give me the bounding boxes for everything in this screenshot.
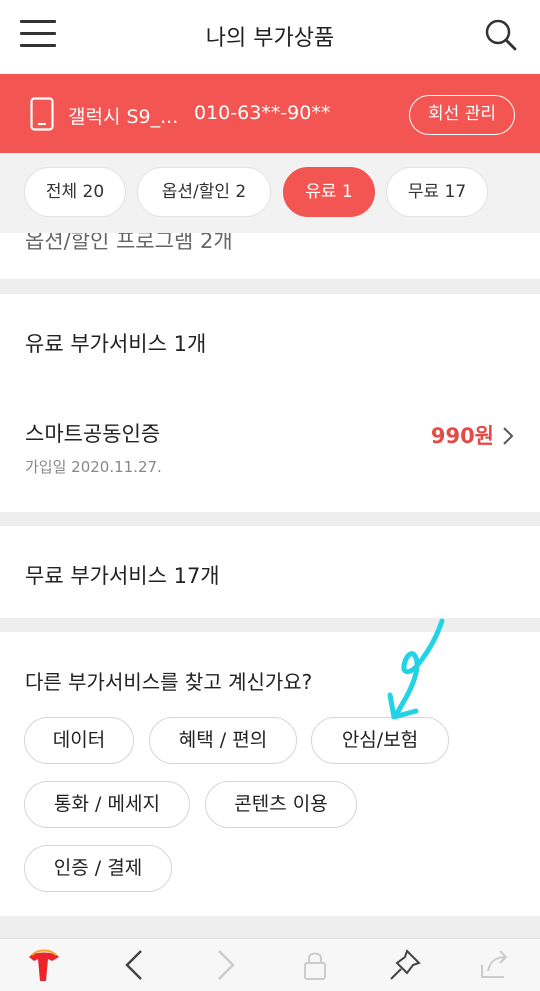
back-icon[interactable] [115,945,155,985]
app-header: 나의 부가상품 [0,0,540,74]
service-price: 990원 [430,424,494,448]
paid-services-title: 유료 부가서비스 1개 [25,332,207,356]
annotation-arrow-icon [387,618,445,720]
page-title: 나의 부가상품 [205,26,335,51]
paid-services-section: 유료 부가서비스 1개 스마트공동인증 가입일 2020.11.27. 990원 [0,294,540,512]
service-join-date: 가입일 2020.11.27. [25,458,162,476]
line-manage-button[interactable]: 회선 관리 [409,95,515,135]
filter-free[interactable]: 무료 17 [386,167,488,217]
option-discount-title: 옵션/할인 프로그램 2개 [25,233,233,253]
pin-icon[interactable] [385,945,425,985]
t-logo-icon[interactable] [24,945,64,985]
phone-icon [30,97,54,131]
service-name: 스마트공동인증 [25,422,161,446]
tag-data[interactable]: 데이터 [24,717,134,764]
phone-number: 010-63**-90** [194,102,331,124]
filter-paid[interactable]: 유료 1 [283,167,375,217]
tag-auth-payment[interactable]: 인증 / 결제 [24,845,172,892]
device-name: 갤럭시 S9_... [68,106,179,128]
free-services-section[interactable]: 무료 부가서비스 17개 [0,526,540,618]
share-icon[interactable] [474,945,514,985]
line-info-bar: 갤럭시 S9_... 010-63**-90** 회선 관리 [0,74,540,153]
forward-icon[interactable] [205,945,245,985]
filter-all[interactable]: 전체 20 [24,167,126,217]
chevron-right-icon [503,427,514,445]
tag-content-use[interactable]: 콘텐츠 이용 [205,781,357,828]
option-discount-section-peek: 옵션/할인 프로그램 2개 [0,233,540,279]
tag-benefit-convenience[interactable]: 혜택 / 편의 [149,717,297,764]
search-icon[interactable] [484,18,518,52]
bottom-nav-bar [0,938,540,991]
filter-tabs: 전체 20 옵션/할인 2 유료 1 무료 17 [0,153,540,233]
lock-icon[interactable] [295,945,335,985]
free-services-title: 무료 부가서비스 17개 [25,564,220,588]
filter-option-discount[interactable]: 옵션/할인 2 [137,167,271,217]
tag-call-message[interactable]: 통화 / 메세지 [24,781,190,828]
discover-title: 다른 부가서비스를 찾고 계신가요? [25,670,313,694]
